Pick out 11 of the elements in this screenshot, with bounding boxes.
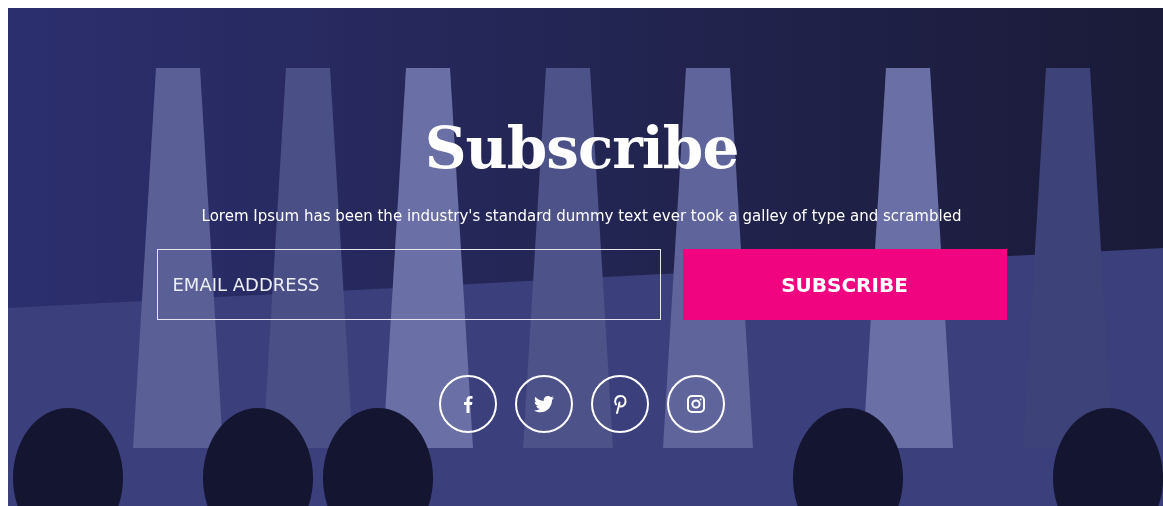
section-title: Subscribe	[424, 118, 739, 178]
p-letter-icon	[612, 394, 627, 414]
social-link[interactable]	[590, 375, 649, 433]
social-link[interactable]	[666, 375, 725, 433]
social-link[interactable]	[438, 375, 497, 433]
camera-icon	[686, 395, 705, 413]
social-link[interactable]	[514, 375, 573, 433]
bird-icon	[533, 395, 554, 413]
email-field[interactable]: EMAIL ADDRESS	[156, 249, 661, 320]
subscribe-button[interactable]: SUBSCRIBE	[682, 249, 1007, 320]
f-letter-icon	[462, 395, 473, 413]
